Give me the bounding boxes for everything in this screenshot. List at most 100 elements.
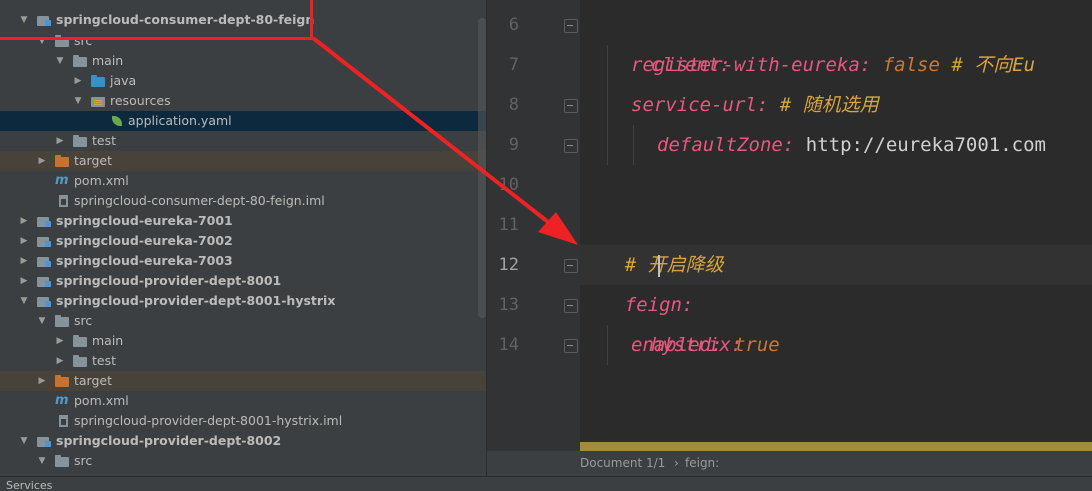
tree-item-provider-dept-8002[interactable]: ▼ springcloud-provider-dept-8002 <box>0 431 486 451</box>
yaml-comment: # 不向Eu <box>951 54 1036 76</box>
tree-item-application-yaml[interactable]: application.yaml <box>0 111 486 131</box>
tree-item-label: main <box>92 53 124 68</box>
tree-item-label: springcloud-provider-dept-8002 <box>56 433 282 448</box>
expand-arrow-icon[interactable]: ▼ <box>19 291 29 311</box>
expand-arrow-icon[interactable]: ▶ <box>37 371 47 391</box>
code-line-13: hystrix: <box>605 285 743 356</box>
code-line-7: register-with-eureka: false # 不向Eu <box>631 45 1035 85</box>
code-line-6: client: <box>605 5 731 76</box>
tree-item-resources[interactable]: ▼ resources <box>0 91 486 111</box>
annotation-highlight-box <box>0 0 313 40</box>
source-folder-icon <box>91 75 105 87</box>
code-line-8: service-url: # 随机选用 <box>631 85 879 125</box>
tree-item-test[interactable]: ▶ test <box>0 131 486 151</box>
expand-arrow-icon[interactable]: ▶ <box>19 211 29 231</box>
tree-item-provider-dept-8001-hystrix[interactable]: ▼ springcloud-provider-dept-8001-hystrix <box>0 291 486 311</box>
fold-marker-icon[interactable] <box>563 338 578 353</box>
tree-item-provider-dept-8001[interactable]: ▶ springcloud-provider-dept-8001 <box>0 271 486 291</box>
tree-item-label: pom.xml <box>74 393 129 408</box>
fold-marker-icon[interactable] <box>563 138 578 153</box>
line-number: 6 <box>508 15 519 35</box>
expand-arrow-icon[interactable]: ▼ <box>37 451 47 471</box>
tree-item-eureka-7003[interactable]: ▶ springcloud-eureka-7003 <box>0 251 486 271</box>
line-number: 11 <box>498 215 519 235</box>
yaml-value: http://eureka7001.com <box>805 134 1046 156</box>
services-tab[interactable]: Services <box>6 479 52 491</box>
tree-item-label: test <box>92 353 117 368</box>
tree-item-label: springcloud-provider-dept-8001 <box>56 273 282 288</box>
folder-icon <box>73 335 87 347</box>
folder-icon <box>73 355 87 367</box>
module-icon <box>37 295 51 307</box>
expand-arrow-icon[interactable]: ▶ <box>19 251 29 271</box>
tree-item-label: target <box>74 373 113 388</box>
resources-folder-icon <box>91 95 105 107</box>
tree-item-java[interactable]: ▶ java <box>0 71 486 91</box>
tree-item-target[interactable]: ▶ target <box>0 151 486 171</box>
expand-arrow-icon[interactable]: ▶ <box>73 71 83 91</box>
module-icon <box>37 255 51 267</box>
line-number: 12 <box>498 255 519 275</box>
tree-item-src[interactable]: ▼ src <box>0 451 486 471</box>
breadcrumb: Document 1/1 › feign: <box>487 451 1092 476</box>
tree-item-main[interactable]: ▼ main <box>0 51 486 71</box>
breadcrumb-item-feign[interactable]: feign: <box>685 456 719 470</box>
excluded-folder-icon <box>55 375 69 387</box>
tree-item-eureka-7001[interactable]: ▶ springcloud-eureka-7001 <box>0 211 486 231</box>
tree-item-label: target <box>74 153 113 168</box>
folder-icon <box>73 135 87 147</box>
expand-arrow-icon[interactable]: ▶ <box>37 151 47 171</box>
maven-icon: m <box>55 173 69 188</box>
fold-marker-icon[interactable] <box>563 18 578 33</box>
module-icon <box>37 215 51 227</box>
tree-item-eureka-7002[interactable]: ▶ springcloud-eureka-7002 <box>0 231 486 251</box>
expand-arrow-icon[interactable]: ▼ <box>37 311 47 331</box>
tree-item-label: springcloud-consumer-dept-80-feign.iml <box>74 193 325 208</box>
tree-item-label: resources <box>110 93 171 108</box>
fold-marker-icon[interactable] <box>563 258 578 273</box>
tree-item-iml[interactable]: springcloud-consumer-dept-80-feign.iml <box>0 191 486 211</box>
line-number: 13 <box>498 295 519 315</box>
tree-item-label: src <box>74 313 93 328</box>
tree-item-label: springcloud-eureka-7001 <box>56 213 233 228</box>
tree-item-target[interactable]: ▶ target <box>0 371 486 391</box>
line-number: 14 <box>498 335 519 355</box>
yaml-colon: : <box>756 94 769 116</box>
line-number: 8 <box>508 95 519 115</box>
expand-arrow-icon[interactable]: ▶ <box>19 271 29 291</box>
code-line-12: feign: <box>579 245 694 316</box>
text-caret <box>658 255 660 277</box>
expand-arrow-icon[interactable]: ▼ <box>55 51 65 71</box>
tree-item-label: springcloud-eureka-7002 <box>56 233 233 248</box>
folder-icon <box>55 315 69 327</box>
tree-item-test[interactable]: ▶ test <box>0 351 486 371</box>
expand-arrow-icon[interactable]: ▼ <box>73 91 83 111</box>
expand-arrow-icon[interactable]: ▶ <box>55 131 65 151</box>
tree-item-label: pom.xml <box>74 173 129 188</box>
excluded-folder-icon <box>55 155 69 167</box>
tree-scrollbar[interactable] <box>478 18 486 318</box>
fold-marker-icon[interactable] <box>563 298 578 313</box>
tree-item-main[interactable]: ▶ main <box>0 331 486 351</box>
project-tree: ▼ springcloud-consumer-dept-80-feign ▼ s… <box>0 0 486 476</box>
tree-item-label: springcloud-provider-dept-8001-hystrix.i… <box>74 413 343 428</box>
expand-arrow-icon[interactable]: ▶ <box>55 351 65 371</box>
yaml-colon: : <box>782 134 795 156</box>
code-editor[interactable]: 6 7 8 9 10 11 12 13 14 client: register-… <box>487 0 1092 451</box>
spring-leaf-icon <box>110 115 124 127</box>
fold-marker-icon[interactable] <box>563 98 578 113</box>
tree-item-iml[interactable]: springcloud-provider-dept-8001-hystrix.i… <box>0 411 486 431</box>
yaml-value: true <box>733 334 780 356</box>
expand-arrow-icon[interactable]: ▶ <box>55 331 65 351</box>
tree-item-src[interactable]: ▼ src <box>0 311 486 331</box>
expand-arrow-icon[interactable]: ▼ <box>19 431 29 451</box>
breadcrumb-document[interactable]: Document 1/1 <box>580 456 665 470</box>
tree-item-pom-xml[interactable]: m pom.xml <box>0 391 486 411</box>
tree-item-pom-xml[interactable]: m pom.xml <box>0 171 486 191</box>
horizontal-scrollbar[interactable] <box>580 442 1092 451</box>
tree-item-label: application.yaml <box>128 113 232 128</box>
line-number: 7 <box>508 55 519 75</box>
module-icon <box>37 435 51 447</box>
expand-arrow-icon[interactable]: ▶ <box>19 231 29 251</box>
yaml-value: false <box>882 54 940 76</box>
